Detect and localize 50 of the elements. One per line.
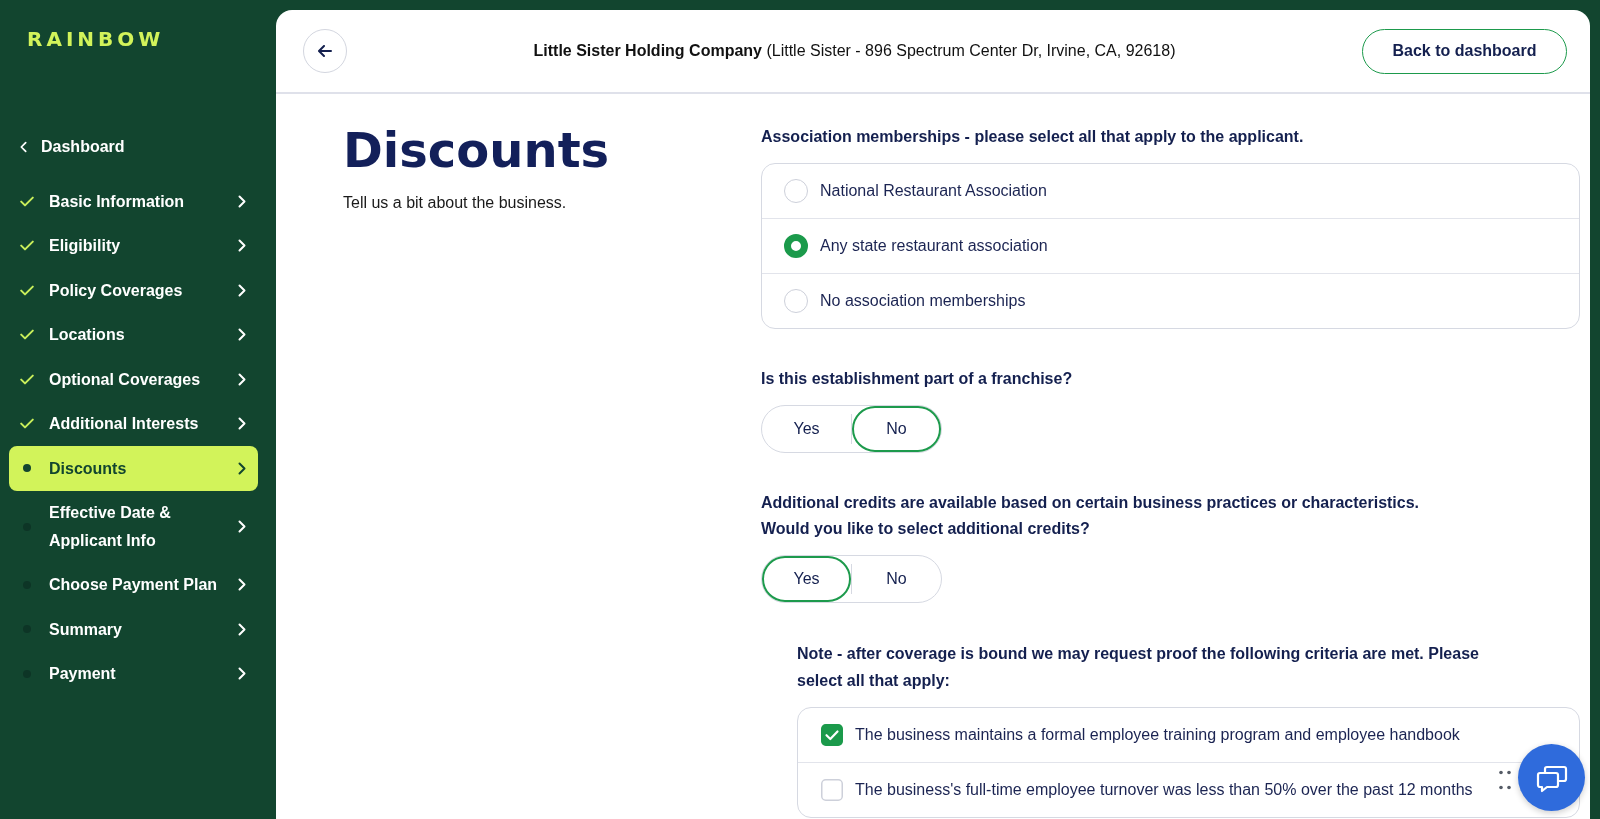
radio-button[interactable] [784, 234, 808, 258]
sidebar-item[interactable]: Choose Payment Plan [9, 562, 258, 607]
option-label: Any state restaurant association [820, 237, 1048, 255]
sidebar-item[interactable]: Summary [9, 607, 258, 652]
checkbox[interactable] [821, 724, 843, 746]
sidebar-item[interactable]: Basic Information [9, 179, 258, 224]
chevron-right-icon [238, 328, 246, 342]
drag-handle-icon[interactable] [1499, 770, 1511, 790]
chevron-right-icon [238, 194, 246, 208]
chevron-right-icon [238, 667, 246, 681]
back-to-dashboard-button[interactable]: Back to dashboard [1362, 28, 1567, 74]
question-label: Is this establishment part of a franchise? [761, 369, 1074, 389]
company-title: Little Sister Holding Company (Little Sister - 896 Spectrum Center Dr, Irvine, CA, 92618) [532, 42, 1177, 60]
radio-button[interactable] [784, 289, 808, 313]
question-label: Association memberships - please select all that apply to the applicant. [761, 127, 1305, 147]
checkbox[interactable] [821, 779, 843, 801]
arrow-left-icon [318, 45, 332, 57]
sidebar-item[interactable]: Optional Coverages [9, 357, 258, 402]
sidebar-item[interactable]: Policy Coverages [9, 268, 258, 313]
toggle-option[interactable]: No [852, 556, 941, 602]
option-label: No association memberships [820, 292, 1026, 310]
logo: RAINBOW [27, 28, 165, 50]
back-button[interactable] [303, 29, 347, 73]
page-title: Discounts [343, 124, 610, 177]
toggle-option[interactable]: No [852, 406, 941, 452]
sidebar-item[interactable]: Discounts [9, 446, 258, 491]
chevron-right-icon [238, 461, 246, 475]
option-label: National Restaurant Association [820, 182, 1047, 200]
question-label: Additional credits are available based on certain business practices or characteristics. Would you like to select additional credits? [761, 493, 1421, 539]
sidebar-item[interactable]: Effective Date & Applicant Info [9, 490, 258, 563]
toggle-option[interactable]: Yes [762, 556, 851, 602]
chevron-right-icon [238, 520, 246, 533]
chevron-right-icon [238, 239, 246, 253]
option-label: The business maintains a formal employee training program and employee handbook [855, 726, 1460, 744]
chevron-right-icon [238, 578, 246, 592]
dashboard-link[interactable]: Dashboard [9, 125, 258, 169]
note-text: Note - after coverage is bound we may request proof the following criteria are met. Please select all that apply: [797, 644, 1480, 691]
sidebar-item[interactable]: Eligibility [9, 223, 258, 268]
sidebar-item[interactable]: Payment [9, 651, 258, 696]
chevron-right-icon [238, 283, 246, 297]
chevron-right-icon [238, 372, 246, 386]
toggle-option[interactable]: Yes [762, 406, 851, 452]
chevron-right-icon [238, 622, 246, 636]
chevron-right-icon [238, 417, 246, 431]
option-label: The business's full-time employee turnover was less than 50% over the past 12 months [855, 781, 1473, 799]
page-subtitle: Tell us a bit about the business. [343, 193, 568, 213]
sidebar-item[interactable]: Locations [9, 312, 258, 357]
chevron-left-icon [20, 141, 27, 153]
sidebar-item[interactable]: Additional Interests [9, 401, 258, 446]
radio-button[interactable] [784, 179, 808, 203]
